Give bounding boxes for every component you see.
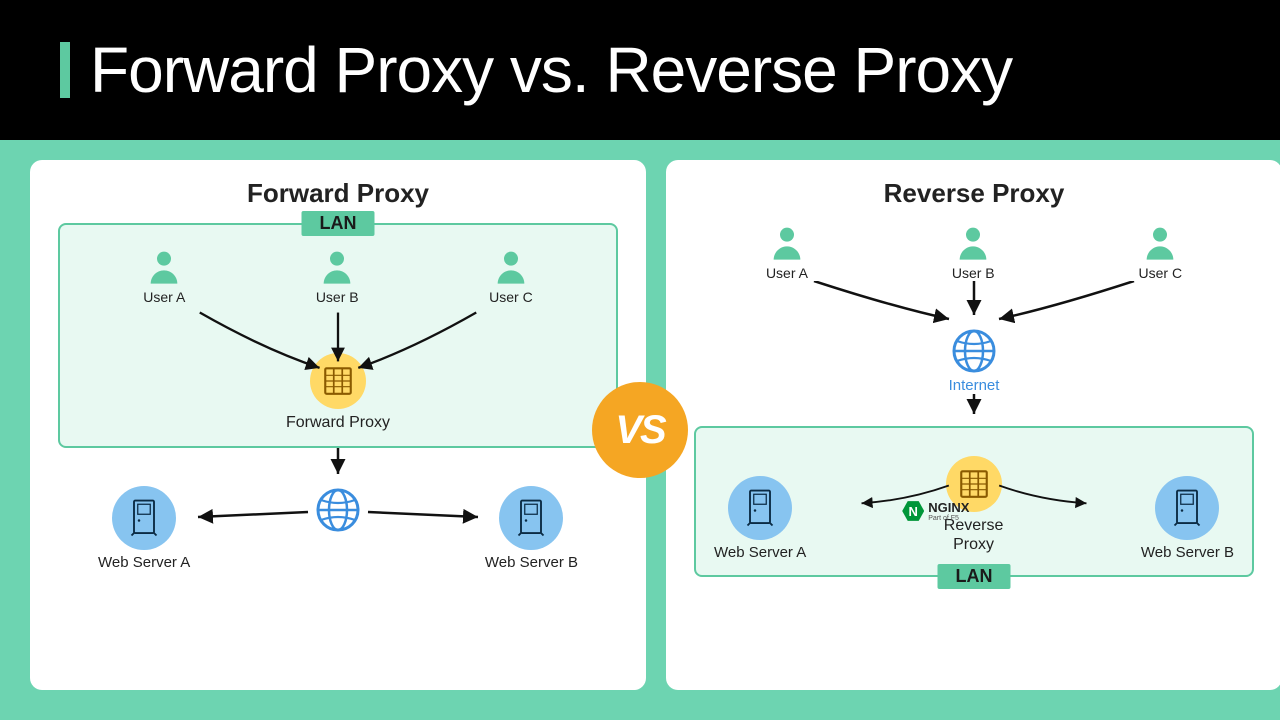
web-server-node: Web Server A (98, 486, 190, 571)
forward-proxy-to-internet-arrow (58, 444, 618, 484)
forward-proxy-panel: Forward Proxy LAN User A User B User C (30, 160, 646, 690)
nginx-badge: N NGINX Part of F5 (902, 500, 969, 522)
web-server-node: Web Server A (714, 476, 806, 561)
server-label: Web Server B (485, 554, 578, 571)
server-tower-icon (129, 498, 159, 538)
user-icon (491, 247, 531, 287)
server-circle (1155, 476, 1219, 540)
header: Forward Proxy vs. Reverse Proxy (0, 0, 1280, 140)
forward-proxy-node: Forward Proxy (78, 353, 598, 432)
server-tower-icon (1172, 488, 1202, 528)
reverse-internet-node: Internet (949, 327, 1000, 394)
web-server-node: Web Server B (1141, 476, 1234, 561)
header-title: Forward Proxy vs. Reverse Proxy (90, 33, 1012, 107)
server-tower-icon (516, 498, 546, 538)
forward-lan-box: LAN User A User B User C (58, 223, 618, 448)
user-label: User C (489, 289, 533, 305)
reverse-users-row: User A User B User C (694, 223, 1254, 281)
globe-icon (314, 486, 362, 534)
server-rack-icon (957, 467, 991, 501)
reverse-proxy-node: Reverse Proxy N NGINX Part of F5 (944, 456, 1004, 554)
forward-panel-title: Forward Proxy (58, 178, 618, 209)
user-icon (767, 223, 807, 263)
user-node: User B (316, 247, 359, 305)
reverse-lan-box: LAN Web Server A Reverse Proxy (694, 426, 1254, 577)
user-icon (144, 247, 184, 287)
user-node: User C (1139, 223, 1183, 281)
internet-node (314, 486, 362, 534)
server-label: Web Server B (1141, 544, 1234, 561)
forward-lan-label: LAN (302, 211, 375, 236)
web-server-node: Web Server B (485, 486, 578, 571)
server-circle (499, 486, 563, 550)
reverse-panel-title: Reverse Proxy (694, 178, 1254, 209)
user-node: User A (766, 223, 808, 281)
vs-badge: VS (592, 382, 688, 478)
internet-label: Internet (949, 377, 1000, 394)
content-area: Forward Proxy LAN User A User B User C (0, 140, 1280, 720)
user-label: User C (1139, 265, 1183, 281)
proxy-circle (310, 353, 366, 409)
server-label: Web Server A (98, 554, 190, 571)
user-label: User B (316, 289, 359, 305)
reverse-lan-label: LAN (938, 564, 1011, 589)
reverse-user-arrows (694, 281, 1254, 325)
user-node: User B (952, 223, 995, 281)
user-node: User A (143, 247, 185, 305)
user-node: User C (489, 247, 533, 305)
vs-text: VS (615, 408, 664, 453)
server-circle (112, 486, 176, 550)
header-accent-bar (60, 42, 70, 98)
server-rack-icon (321, 364, 355, 398)
user-icon (317, 247, 357, 287)
user-label: User B (952, 265, 995, 281)
user-label: User A (766, 265, 808, 281)
server-tower-icon (745, 488, 775, 528)
server-circle (728, 476, 792, 540)
internet-to-proxy-arrow (694, 394, 1254, 420)
nginx-name: NGINX (928, 500, 969, 515)
user-icon (1140, 223, 1180, 263)
globe-icon (950, 327, 998, 375)
forward-users-row: User A User B User C (78, 247, 598, 305)
forward-proxy-label: Forward Proxy (286, 413, 390, 432)
reverse-proxy-panel: Reverse Proxy User A User B User C (666, 160, 1280, 690)
nginx-sub: Part of F5 (928, 515, 969, 522)
user-icon (953, 223, 993, 263)
server-label: Web Server A (714, 544, 806, 561)
nginx-hex-icon: N (902, 500, 924, 522)
user-label: User A (143, 289, 185, 305)
